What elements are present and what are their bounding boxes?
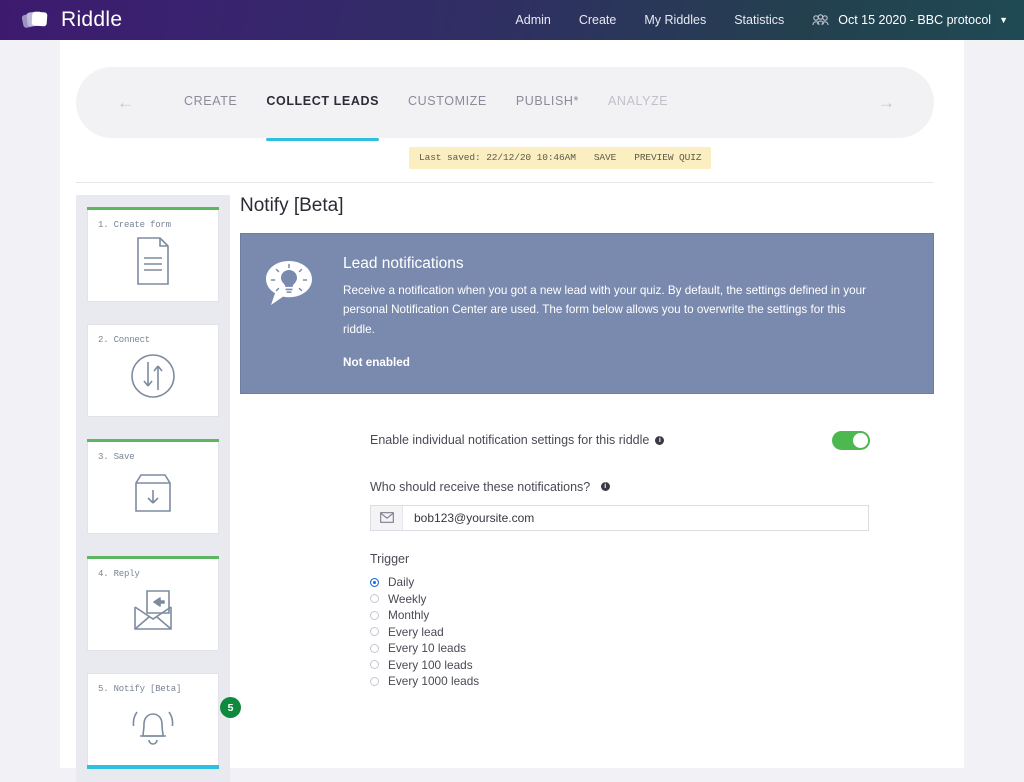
radio-option-weekly[interactable]: Weekly	[370, 590, 870, 607]
notification-settings-form: Enable individual notification settings …	[370, 430, 870, 690]
lead-notifications-info-panel: Lead notifications Receive a notificatio…	[240, 233, 934, 394]
bell-icon	[88, 696, 218, 753]
nav-link-admin[interactable]: Admin	[515, 13, 550, 27]
nav-links-group: Admin Create My Riddles Statistics Oct 1…	[515, 13, 1008, 27]
nav-link-create[interactable]: Create	[579, 13, 617, 27]
tab-analyze[interactable]: ANALYZE	[608, 94, 668, 112]
page-content-card: ← CREATE COLLECT LEADS CUSTOMIZE PUBLISH…	[60, 40, 964, 782]
recipients-label: Who should receive these notifications?	[370, 479, 591, 494]
header-divider	[76, 182, 934, 183]
info-panel-body: Lead notifications Receive a notificatio…	[343, 255, 878, 369]
info-panel-text: Receive a notification when you got a ne…	[343, 284, 867, 336]
tab-list: CREATE COLLECT LEADS CUSTOMIZE PUBLISH* …	[184, 93, 697, 141]
radio-daily-label: Daily	[388, 575, 415, 590]
chevron-down-icon: ▼	[999, 15, 1008, 25]
info-panel-status: Not enabled	[343, 355, 410, 369]
radio-every-100-leads-label: Every 100 leads	[388, 657, 473, 672]
recipients-row: Who should receive these notifications? …	[370, 478, 870, 531]
sidebar-step-save-label: 3. Save	[98, 452, 135, 462]
radio-every-lead-label: Every lead	[388, 624, 444, 639]
radio-monthly-label: Monthly	[388, 608, 430, 623]
tab-publish[interactable]: PUBLISH*	[516, 94, 579, 112]
tab-collect-leads-label: COLLECT LEADS	[266, 93, 380, 108]
email-value[interactable]: bob123@yoursite.com	[403, 506, 868, 530]
nav-link-my-riddles[interactable]: My Riddles	[644, 13, 706, 27]
radio-every-1000-leads-label: Every 1000 leads	[388, 674, 480, 689]
lead-flow-steps-sidebar: 1. Create form 2. Connect 3. Save 4. Rep…	[76, 195, 241, 782]
save-button[interactable]: SAVE	[594, 152, 617, 163]
envelope-icon	[371, 505, 403, 530]
radio-every-10-leads-label: Every 10 leads	[388, 641, 467, 656]
info-icon[interactable]: i	[655, 435, 665, 445]
info-icon[interactable]: i	[600, 482, 610, 492]
page-title: Notify [Beta]	[240, 195, 344, 216]
tab-collect-leads[interactable]: COLLECT LEADS	[266, 93, 380, 141]
brand-logo[interactable]: Riddle	[21, 8, 123, 32]
sidebar-step-notify[interactable]: 5. Notify [Beta] 5	[87, 673, 241, 769]
email-field[interactable]: bob123@yoursite.com	[370, 504, 869, 531]
tab-active-underline	[266, 137, 380, 141]
save-status-bar: Last saved: 22/12/20 10:46AM SAVE PREVIE…	[409, 147, 712, 169]
radio-option-every-10-leads[interactable]: Every 10 leads	[370, 640, 870, 657]
enable-notifications-label: Enable individual notification settings …	[370, 433, 650, 448]
tab-create[interactable]: CREATE	[184, 94, 237, 112]
preview-quiz-button[interactable]: PREVIEW QUIZ	[634, 152, 701, 163]
enable-notifications-row: Enable individual notification settings …	[370, 430, 870, 450]
sidebar-step-reply-label: 4. Reply	[98, 569, 140, 579]
trigger-label: Trigger	[370, 551, 410, 566]
radio-weekly-label: Weekly	[388, 591, 427, 606]
sidebar-step-notify-label: 5. Notify [Beta]	[98, 684, 182, 694]
sidebar-step-save[interactable]: 3. Save	[87, 439, 219, 534]
sidebar-step-create-form[interactable]: 1. Create form	[87, 207, 219, 302]
envelope-reply-icon	[88, 581, 218, 638]
radio-every-10-leads-indicator	[370, 643, 379, 653]
save-box-download-icon	[88, 464, 218, 521]
radio-every-100-leads-indicator	[370, 660, 379, 670]
sidebar-step-connect-label: 2. Connect	[98, 335, 151, 345]
radio-option-monthly[interactable]: Monthly	[370, 607, 870, 624]
info-panel-title: Lead notifications	[343, 255, 464, 272]
prev-step-arrow-icon[interactable]: ←	[117, 94, 134, 111]
step-active-bar	[87, 765, 219, 769]
radio-option-every-100-leads[interactable]: Every 100 leads	[370, 656, 870, 673]
trigger-radio-group: Trigger Daily Weekly Monthly Every lead	[370, 552, 870, 690]
tab-customize[interactable]: CUSTOMIZE	[408, 94, 487, 112]
radio-option-every-1000-leads[interactable]: Every 1000 leads	[370, 673, 870, 690]
sidebar-step-create-form-label: 1. Create form	[98, 220, 171, 230]
toggle-knob	[853, 432, 868, 448]
radio-daily-indicator	[370, 577, 379, 587]
sidebar-step-connect[interactable]: 2. Connect	[87, 324, 219, 417]
sidebar-step-reply[interactable]: 4. Reply	[87, 556, 219, 651]
brand-name: Riddle	[61, 8, 123, 31]
radio-weekly-indicator	[370, 594, 379, 604]
nav-link-statistics[interactable]: Statistics	[734, 13, 784, 27]
account-team-dropdown[interactable]: Oct 15 2020 - BBC protocol ▼	[812, 13, 1008, 27]
riddle-cards-logo-icon	[21, 8, 52, 32]
account-label: Oct 15 2020 - BBC protocol	[838, 13, 992, 27]
status-badge: 5	[220, 697, 241, 718]
last-saved-text: Last saved: 22/12/20 10:46AM	[419, 152, 576, 163]
document-icon	[88, 232, 218, 289]
next-step-arrow-icon[interactable]: →	[878, 94, 895, 111]
radio-option-every-lead[interactable]: Every lead	[370, 623, 870, 640]
radio-option-daily[interactable]: Daily	[370, 574, 870, 591]
main-content: Notify [Beta] Lead notifications Receive…	[240, 195, 934, 689]
top-navigation-bar: Riddle Admin Create My Riddles Statistic…	[0, 0, 1024, 40]
radio-every-1000-leads-indicator	[370, 676, 379, 686]
radio-monthly-indicator	[370, 610, 379, 620]
radio-every-lead-indicator	[370, 627, 379, 637]
connect-arrows-circle-icon	[88, 347, 218, 404]
lightbulb-speech-bubble-icon	[263, 255, 325, 369]
enable-notifications-toggle[interactable]	[832, 430, 870, 450]
people-group-icon	[812, 13, 829, 27]
builder-tab-bar: ← CREATE COLLECT LEADS CUSTOMIZE PUBLISH…	[76, 67, 934, 141]
